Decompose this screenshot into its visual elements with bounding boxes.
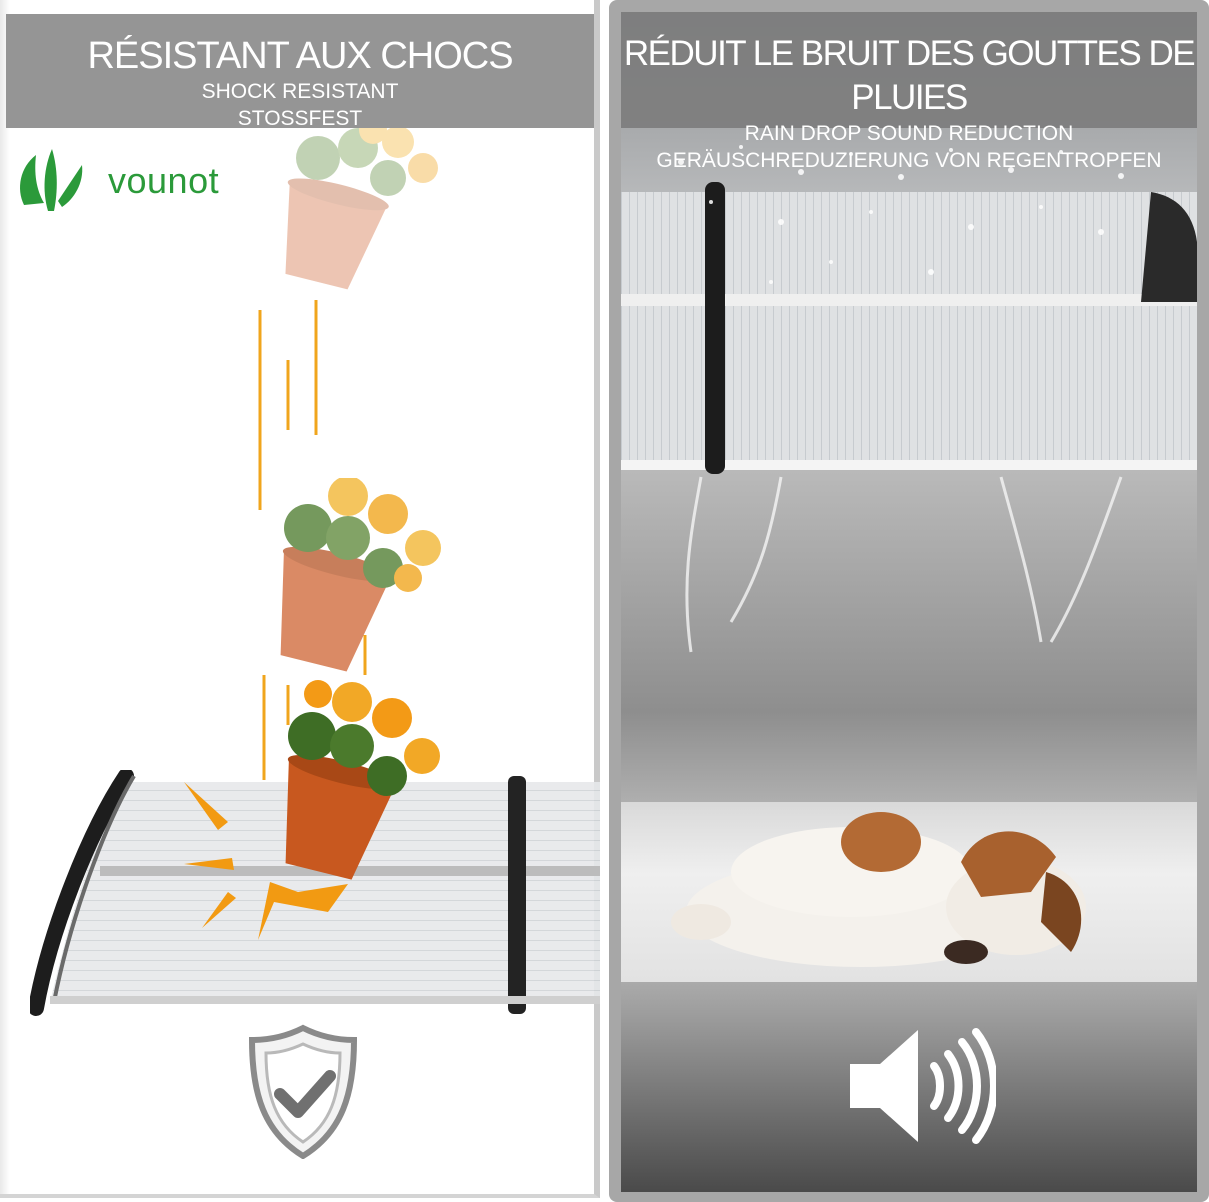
left-subtitle-en: SHOCK RESISTANT <box>201 80 399 103</box>
right-title: RÉDUIT LE BRUIT DES GOUTTES DE PLUIES <box>623 34 1196 117</box>
left-banner: RÉSISTANT AUX CHOCS SHOCK RESISTANT STOS… <box>6 14 594 130</box>
brand-name: vounot <box>108 160 220 201</box>
shield-check-icon <box>248 1024 358 1159</box>
shock-resistant-panel: RÉSISTANT AUX CHOCS SHOCK RESISTANT STOS… <box>0 0 606 1202</box>
right-banner: RÉDUIT LE BRUIT DES GOUTTES DE PLUIES RA… <box>621 12 1197 172</box>
flower-pot-icon <box>280 478 441 672</box>
impact-burst-icon <box>184 782 348 940</box>
rain-sound-panel: RÉDUIT LE BRUIT DES GOUTTES DE PLUIES RA… <box>609 0 1209 1202</box>
right-subtitle-de: GERÄUSCHREDUZIERUNG VON REGENTROPFEN <box>656 149 1162 172</box>
water-streams <box>685 476 1123 653</box>
sleeping-dog-photo <box>671 812 1086 967</box>
right-subtitle-en: RAIN DROP SOUND REDUCTION <box>744 122 1074 145</box>
leaf-logo-icon <box>20 149 83 211</box>
flower-pot-icon <box>285 128 438 290</box>
rain-canopy-photo <box>621 12 1197 1192</box>
speaker-sound-icon <box>850 1028 996 1144</box>
left-title: RÉSISTANT AUX CHOCS <box>87 35 513 77</box>
